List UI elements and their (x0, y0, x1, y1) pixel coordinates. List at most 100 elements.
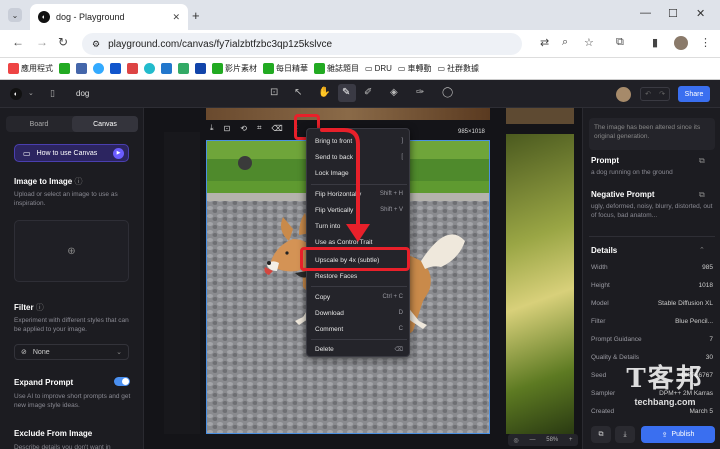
extensions-icon[interactable]: ⧉ (616, 36, 624, 49)
bookmark-icon[interactable] (93, 63, 104, 74)
menu-item-delete[interactable]: Delete ⌫ (307, 342, 411, 356)
image-dimensions: 985×1018 (458, 129, 485, 135)
canvas-image-left[interactable] (164, 132, 200, 434)
variation-icon[interactable]: ⟲ (240, 124, 247, 133)
comment-tool-icon[interactable]: ◯ (442, 87, 453, 98)
menu-item-restore-faces[interactable]: Restore Faces (307, 269, 411, 283)
bookmark-icon[interactable] (110, 63, 121, 74)
bookmark-apps[interactable]: 應用程式 (8, 63, 53, 74)
new-tab-icon[interactable]: + (192, 8, 200, 23)
filter-select[interactable]: ⊘ None ⌄ (14, 344, 129, 360)
menu-item-download[interactable]: Download D (307, 306, 411, 320)
maximize-icon[interactable]: ☐ (668, 7, 678, 20)
exclude-description: Describe details you don't want in (14, 444, 111, 449)
playground-logo-icon[interactable]: ◐ (10, 88, 22, 100)
divider (589, 236, 715, 237)
tab-board[interactable]: Board (6, 116, 72, 132)
annotation-arrow (320, 128, 370, 242)
bookmark-dru[interactable]: ▭ DRU (365, 64, 392, 73)
canvas-image-top-right[interactable] (506, 108, 574, 124)
copy-prompt-icon[interactable]: ⧉ (699, 156, 705, 166)
expand-prompt-description: Use AI to improve short prompts and get … (14, 393, 131, 409)
redo-icon[interactable]: ↷ (659, 90, 665, 98)
copy-button[interactable]: ⧉ (591, 426, 611, 443)
forward-icon[interactable]: → (36, 35, 48, 49)
bookmark-icon[interactable] (59, 63, 70, 74)
publish-button[interactable]: ⇪ Publish (641, 426, 715, 443)
menu-divider (311, 339, 407, 340)
browser-menu-icon[interactable]: ⋮ (700, 36, 711, 49)
zoom-out-icon[interactable]: — (529, 437, 535, 443)
translate-icon[interactable]: ⇄ (540, 36, 549, 49)
site-info-icon[interactable]: ⚙ (92, 39, 100, 50)
expand-prompt-toggle[interactable] (114, 377, 130, 386)
reload-icon[interactable]: ↻ (58, 35, 68, 49)
bookmark-icon[interactable] (161, 63, 172, 74)
crop-icon[interactable]: ⌗ (257, 123, 262, 133)
zoom-in-icon[interactable]: + (569, 437, 573, 443)
minimize-icon[interactable]: — (640, 7, 651, 19)
bookmark-car[interactable]: ▭ 車轉動 (398, 63, 432, 74)
profile-avatar[interactable] (674, 36, 688, 50)
tab-search-icon[interactable]: ⌄ (8, 8, 22, 22)
fit-icon[interactable]: ◎ (513, 437, 518, 444)
image-upload-area[interactable]: ⊕ (14, 220, 129, 282)
chevron-up-icon[interactable]: ⌃ (699, 246, 705, 254)
zoom-icon[interactable]: ⌕ (562, 36, 568, 49)
sidebar-icon[interactable]: ▮ (652, 36, 658, 49)
hand-tool-icon[interactable]: ✋ (318, 87, 330, 98)
back-icon[interactable]: ← (12, 35, 24, 49)
details-label: Details (591, 246, 618, 255)
img2img-description: Upload or select an image to use as insp… (14, 191, 118, 207)
bookmark-icon[interactable] (144, 63, 155, 74)
bookmark-icon[interactable] (195, 63, 206, 74)
canvas-image-right[interactable] (506, 134, 574, 434)
window-close-icon[interactable]: ✕ (696, 7, 705, 20)
detail-height: Height 1018 (591, 282, 713, 289)
undo-icon[interactable]: ↶ (645, 90, 651, 98)
add-image-icon: ⊕ (67, 245, 76, 257)
bookmark-star-icon[interactable]: ☆ (584, 36, 594, 49)
bookmark-social[interactable]: ▭ 社群數據 (437, 63, 479, 74)
undo-redo-group: ↶ ↷ (640, 87, 670, 101)
share-button[interactable]: Share (678, 86, 710, 102)
download-icon[interactable]: ⤓ (210, 123, 214, 133)
user-avatar[interactable] (616, 87, 631, 102)
brush-tool-icon[interactable]: ✑ (416, 87, 424, 98)
address-bar-row: ← → ↻ ⚙ playground.com/canvas/fy7ialzbtf… (0, 30, 720, 58)
left-panel: Board Canvas ▭ How to use Canvas ▶ Image… (0, 108, 144, 449)
bookmark-icon[interactable] (127, 63, 138, 74)
info-icon[interactable]: ⓘ (74, 177, 82, 186)
bookmark-video-assets[interactable]: 影片素材 (212, 63, 257, 74)
exclude-title: Exclude From Image (14, 429, 93, 438)
document-name[interactable]: dog (76, 89, 89, 98)
pencil-tool-icon[interactable]: ✐ (364, 87, 372, 98)
tab-canvas[interactable]: Canvas (72, 116, 138, 132)
tab-close-icon[interactable]: ✕ (172, 12, 180, 23)
bookmark-magazine[interactable]: 雜誌題目 (314, 63, 359, 74)
prompt-label: Prompt (591, 156, 619, 165)
trash-icon[interactable]: ⌫ (271, 124, 282, 133)
altered-notice: The image has been altered since its ori… (589, 118, 715, 150)
copy-negative-icon[interactable]: ⧉ (699, 190, 705, 200)
logo-chevron-down-icon[interactable]: ⌄ (28, 89, 34, 97)
edit-image-icon[interactable]: ⊡ (224, 124, 231, 133)
info-icon[interactable]: ⓘ (36, 303, 44, 312)
bookmark-icon[interactable] (76, 63, 87, 74)
browser-tab[interactable]: ◐ dog - Playground ✕ (30, 4, 188, 30)
fill-tool-icon[interactable]: ◈ (390, 87, 398, 98)
how-to-use-canvas-button[interactable]: ▭ How to use Canvas ▶ (14, 144, 129, 162)
img2img-title: Image to Image ⓘ (14, 177, 83, 186)
generate-tool-icon[interactable]: ✎ (342, 87, 350, 98)
bookmark-icon[interactable] (178, 63, 189, 74)
panel-toggle-icon[interactable]: ▯ (50, 88, 55, 99)
url-text: playground.com/canvas/fy7ialzbtfzbc3qp1z… (108, 38, 333, 50)
menu-item-comment[interactable]: Comment C (307, 322, 411, 336)
menu-divider (311, 286, 407, 287)
select-tool-icon[interactable]: ↖ (294, 87, 302, 98)
menu-item-copy[interactable]: Copy Ctrl + C (307, 290, 411, 304)
bookmark-daily[interactable]: 每日精華 (263, 63, 308, 74)
frame-tool-icon[interactable]: ⊡ (270, 87, 278, 98)
url-input[interactable]: ⚙ playground.com/canvas/fy7ialzbtfzbc3qp… (82, 33, 522, 55)
download-button[interactable]: ⤓ (615, 426, 635, 443)
